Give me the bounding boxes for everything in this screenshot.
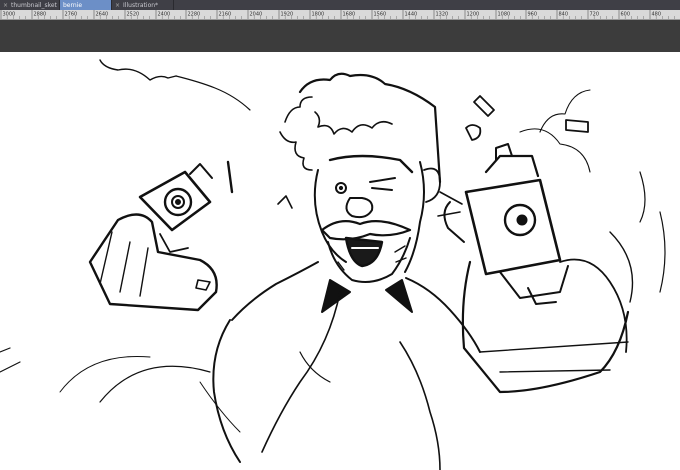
- tab-label: thumbnail_sket: [11, 1, 57, 9]
- ruler-tick-label: 840: [559, 12, 569, 18]
- tab-illustration[interactable]: × Illustration*: [112, 0, 174, 10]
- ruler-tick-label: 1080: [498, 12, 511, 18]
- ruler-tick-label: 2280: [188, 12, 201, 18]
- ruler-tick-label: 1440: [405, 12, 418, 18]
- document-tab-bar: × thumbnail_sket bernie × Illustration*: [0, 0, 680, 10]
- ruler-tick-label: 1920: [281, 12, 294, 18]
- ruler-tick-label: 2640: [96, 12, 109, 18]
- ruler-tick-label: 960: [528, 12, 538, 18]
- ruler-tick-label: 600: [621, 12, 631, 18]
- ruler-tick-label: 2160: [219, 12, 232, 18]
- ruler-tick-label: 480: [652, 12, 662, 18]
- sketch-artwork: [0, 59, 666, 470]
- horizontal-ruler[interactable]: 3000 2880 2760 2640 2520 2400 2280 2160 2040 1920…: [0, 10, 680, 20]
- drawing-canvas[interactable]: [0, 52, 680, 470]
- ruler-tick-label: 2520: [127, 12, 140, 18]
- tab-label: bernie: [63, 1, 83, 9]
- tab-close-icon[interactable]: ×: [115, 2, 120, 9]
- toolbar-area: [0, 20, 680, 52]
- ruler-tick-label: 1320: [436, 12, 449, 18]
- ruler-tick-label: 1680: [343, 12, 356, 18]
- tab-close-icon[interactable]: ×: [3, 2, 8, 9]
- tab-label: Illustration*: [123, 1, 159, 9]
- tab-bernie[interactable]: bernie: [60, 0, 112, 10]
- tab-thumbnail-sketch[interactable]: × thumbnail_sket: [0, 0, 60, 10]
- ruler-scale: 3000 2880 2760 2640 2520 2400 2280 2160 2040 1920…: [0, 10, 675, 19]
- ruler-tick-label: 3000: [3, 12, 16, 18]
- ruler-tick-label: 2040: [250, 12, 263, 18]
- ruler-tick-label: 720: [590, 12, 600, 18]
- ruler-tick-label: 2880: [34, 12, 47, 18]
- ruler-tick-label: 1800: [312, 12, 325, 18]
- ruler-tick-label: 2400: [158, 12, 171, 18]
- ruler-tick-label: 1200: [467, 12, 480, 18]
- ruler-tick-label: 2760: [65, 12, 78, 18]
- ruler-tick-label: 1560: [374, 12, 387, 18]
